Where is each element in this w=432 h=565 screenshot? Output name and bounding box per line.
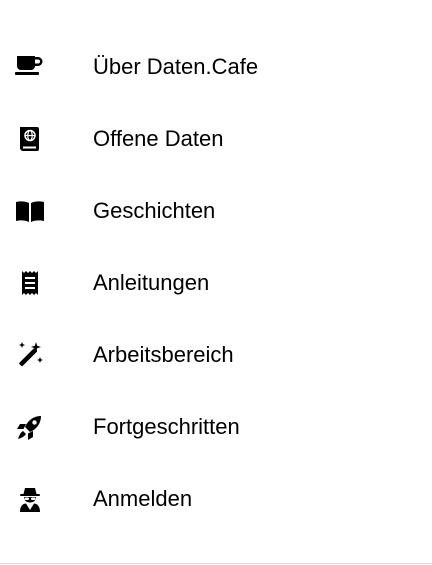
menu-item-stories[interactable]: Geschichten (0, 175, 432, 247)
menu-item-open-data[interactable]: Offene Daten (0, 103, 432, 175)
navigation-menu: Über Daten.Cafe Offene Daten Geschichten (0, 31, 432, 535)
menu-item-login[interactable]: Anmelden (0, 463, 432, 535)
receipt-icon (15, 268, 45, 298)
menu-item-label: Anleitungen (93, 270, 210, 295)
magic-wand-icon (15, 340, 45, 370)
menu-item-guides[interactable]: Anleitungen (0, 247, 432, 319)
menu-item-label: Offene Daten (93, 126, 224, 151)
open-book-icon (15, 196, 45, 226)
menu-item-label: Über Daten.Cafe (93, 54, 259, 79)
menu-item-label: Geschichten (93, 198, 216, 223)
coffee-cup-icon (15, 52, 45, 82)
menu-item-workspace[interactable]: Arbeitsbereich (0, 319, 432, 391)
menu-item-label: Anmelden (93, 486, 193, 511)
user-secret-icon (15, 484, 45, 514)
menu-item-advanced[interactable]: Fortgeschritten (0, 391, 432, 463)
rocket-icon (15, 412, 45, 442)
menu-item-about[interactable]: Über Daten.Cafe (0, 31, 432, 103)
menu-item-label: Arbeitsbereich (93, 342, 234, 367)
menu-item-label: Fortgeschritten (93, 414, 240, 439)
bottom-divider (0, 563, 432, 564)
atlas-book-icon (15, 124, 45, 154)
